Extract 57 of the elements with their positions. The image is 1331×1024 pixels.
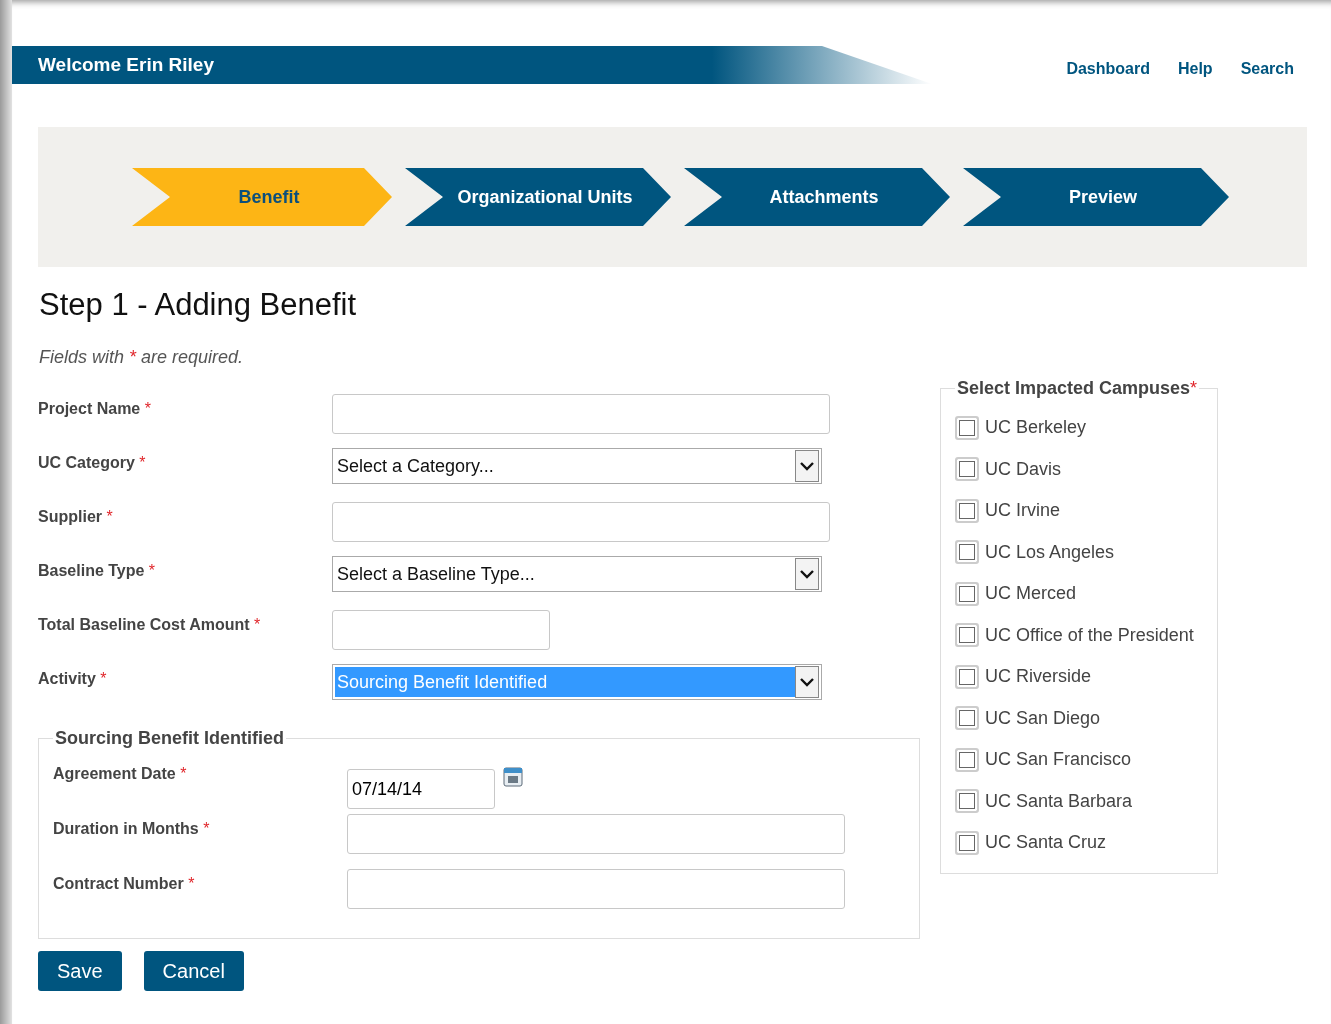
checkbox-label[interactable]: UC Riverside — [985, 666, 1092, 688]
caret-icon — [799, 461, 815, 471]
field-label: Duration in Months * — [53, 819, 211, 838]
checkbox[interactable] — [955, 457, 979, 482]
nav-link[interactable]: Search — [1240, 60, 1294, 78]
dropdown[interactable]: Select a Baseline Type... — [332, 556, 822, 592]
checkbox-label[interactable]: UC Irvine — [985, 500, 1060, 522]
checkbox-label[interactable]: UC San Diego — [985, 707, 1101, 729]
checkbox[interactable] — [955, 664, 979, 689]
cancel-button[interactable]: Cancel — [143, 951, 244, 991]
field-label: Baseline Type * — [38, 561, 157, 580]
input-field[interactable] — [332, 502, 830, 542]
checkbox[interactable] — [955, 415, 979, 440]
dropdown[interactable]: Select a Category... — [332, 448, 822, 484]
fieldset-legend: Sourcing Benefit Identified — [53, 728, 286, 749]
input-field[interactable] — [347, 869, 845, 909]
checkbox[interactable] — [955, 747, 979, 772]
field-label: UC Category * — [38, 453, 147, 472]
field-label: Contract Number * — [53, 874, 196, 893]
calendar-icon[interactable] — [503, 766, 523, 787]
required-note: Fields with * are required. — [39, 347, 245, 368]
checkbox-label[interactable]: UC Santa Barbara — [985, 790, 1133, 812]
checkbox[interactable] — [955, 581, 979, 606]
welcome-text: Welcome Erin Riley — [38, 54, 214, 76]
checkbox[interactable] — [955, 498, 979, 523]
step-tab[interactable]: Preview — [963, 168, 1229, 226]
nav-link[interactable]: Help — [1177, 60, 1213, 78]
input-field[interactable] — [347, 814, 845, 854]
checkbox-label[interactable]: UC Office of the President — [985, 624, 1194, 646]
campuses-legend: Select Impacted Campuses* — [955, 378, 1200, 399]
checkbox-label[interactable]: UC Merced — [985, 583, 1077, 605]
checkbox[interactable] — [955, 830, 979, 855]
nav-link[interactable]: Dashboard — [1066, 60, 1150, 78]
field-label: Project Name * — [38, 399, 152, 418]
step-tab[interactable]: Attachments — [684, 168, 950, 226]
date-field[interactable]: 07/14/14 — [347, 769, 495, 809]
save-button[interactable]: Save — [38, 951, 122, 991]
checkbox[interactable] — [955, 706, 979, 731]
page-title: Step 1 - Adding Benefit — [39, 287, 358, 323]
caret-icon — [799, 569, 815, 579]
field-label: Activity * — [38, 669, 108, 688]
input-field[interactable] — [332, 610, 550, 650]
checkbox-label[interactable]: UC San Francisco — [985, 749, 1132, 771]
field-label: Supplier * — [38, 507, 114, 526]
step-tab[interactable]: Benefit — [132, 168, 392, 226]
checkbox[interactable] — [955, 789, 979, 814]
field-label: Agreement Date * — [53, 764, 188, 783]
input-field[interactable] — [332, 394, 830, 434]
checkbox-label[interactable]: UC Los Angeles — [985, 541, 1115, 563]
checkbox[interactable] — [955, 623, 979, 648]
checkbox-label[interactable]: UC Santa Cruz — [985, 832, 1107, 854]
caret-icon — [799, 677, 815, 687]
checkbox-label[interactable]: UC Berkeley — [985, 417, 1087, 439]
field-label: Total Baseline Cost Amount * — [38, 615, 262, 634]
checkbox[interactable] — [955, 540, 979, 565]
checkbox-label[interactable]: UC Davis — [985, 458, 1061, 480]
step-tab[interactable]: Organizational Units — [405, 168, 671, 226]
